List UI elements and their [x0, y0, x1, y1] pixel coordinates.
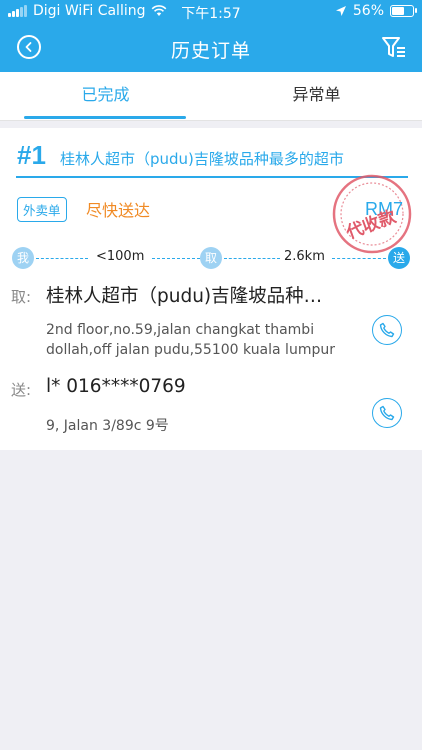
route-pickup-to-deliver: 2.6km	[284, 249, 325, 264]
order-shop-title: 桂林人超市（pudu)吉隆坡品种最多的超市	[60, 150, 344, 168]
order-type-tag: 外卖单	[17, 197, 67, 222]
tab-abnormal[interactable]: 异常单	[211, 72, 422, 120]
delivery-urgency: 尽快送达	[86, 201, 151, 220]
phone-icon	[379, 405, 395, 421]
route-dash	[332, 258, 386, 259]
battery-icon	[390, 5, 417, 17]
route-me-dot: 我	[12, 247, 34, 269]
delivery-address: 9, Jalan 3/89c 9号	[46, 418, 169, 434]
order-number: #1	[17, 140, 46, 170]
battery-percent: 56%	[352, 3, 384, 19]
route-bar: 我 <100m 取 2.6km 送	[12, 247, 410, 269]
phone-icon	[379, 322, 395, 338]
page-title: 历史订单	[170, 40, 251, 62]
pickup-address: 2nd floor,no.59,jalan changkat thambi do…	[46, 322, 335, 358]
status-right: 56%	[335, 3, 417, 19]
route-dash	[152, 258, 200, 259]
route-dash	[36, 258, 88, 259]
filter-icon	[382, 37, 405, 57]
route-dash	[224, 258, 280, 259]
delivery-label: 送:	[11, 381, 32, 399]
pickup-label: 取:	[11, 288, 32, 306]
call-delivery-button[interactable]	[372, 398, 402, 428]
status-bar: Digi WiFi Calling 下午1:57 56%	[0, 0, 422, 24]
location-arrow-icon	[335, 6, 346, 16]
tab-completed[interactable]: 已完成	[0, 72, 211, 120]
delivery-contact: l* 016****0769	[46, 376, 186, 397]
cod-stamp: RM7 代收款	[332, 174, 412, 254]
call-pickup-button[interactable]	[372, 315, 402, 345]
filter-button[interactable]	[380, 34, 408, 62]
route-me-to-pickup: <100m	[96, 249, 145, 264]
order-card[interactable]: #1 桂林人超市（pudu)吉隆坡品种最多的超市 外卖单 尽快送达 RM7 代收…	[0, 128, 422, 450]
order-tabs: 已完成 异常单	[0, 72, 422, 121]
route-pickup-dot: 取	[200, 247, 222, 269]
nav-bar: 历史订单	[0, 24, 422, 72]
pickup-name: 桂林人超市（pudu)吉隆坡品种…	[46, 286, 323, 307]
route-deliver-dot: 送	[388, 247, 410, 269]
tab-active-indicator	[24, 116, 186, 119]
